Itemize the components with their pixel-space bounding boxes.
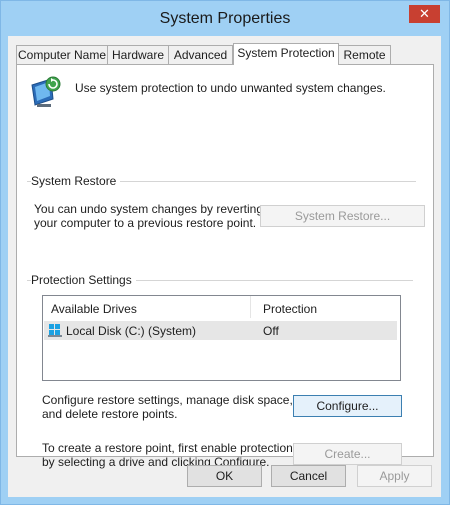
cancel-button[interactable]: Cancel bbox=[271, 465, 346, 487]
close-icon: ✕ bbox=[419, 6, 430, 21]
local-disk-icon bbox=[48, 323, 62, 337]
drives-list[interactable]: Available Drives Protection Local Disk (… bbox=[42, 295, 401, 381]
system-restore-heading: System Restore bbox=[31, 174, 121, 188]
create-description-line1: To create a restore point, first enable … bbox=[42, 441, 293, 455]
system-restore-description-line2: your computer to a previous restore poin… bbox=[34, 216, 257, 230]
intro-text: Use system protection to undo unwanted s… bbox=[75, 81, 386, 95]
tab-advanced[interactable]: Advanced bbox=[168, 45, 233, 64]
column-header-separator bbox=[250, 296, 251, 318]
system-properties-window: System Properties ✕ Computer Name Hardwa… bbox=[0, 0, 450, 505]
system-restore-button[interactable]: System Restore... bbox=[260, 205, 425, 227]
table-row[interactable]: Local Disk (C:) (System) Off bbox=[44, 321, 397, 340]
configure-button[interactable]: Configure... bbox=[293, 395, 402, 417]
system-protection-icon bbox=[29, 75, 63, 109]
close-button[interactable]: ✕ bbox=[409, 5, 440, 23]
ok-button[interactable]: OK bbox=[187, 465, 262, 487]
title-bar[interactable]: System Properties ✕ bbox=[1, 1, 449, 36]
tab-computer-name[interactable]: Computer Name bbox=[16, 45, 108, 64]
create-button[interactable]: Create... bbox=[293, 443, 402, 465]
protection-settings-heading: Protection Settings bbox=[31, 273, 136, 287]
column-header-available-drives[interactable]: Available Drives bbox=[51, 302, 137, 316]
apply-button[interactable]: Apply bbox=[357, 465, 432, 487]
tab-remote[interactable]: Remote bbox=[338, 45, 391, 64]
configure-description-line2: and delete restore points. bbox=[42, 407, 178, 421]
tab-system-protection[interactable]: System Protection bbox=[233, 43, 339, 65]
window-title: System Properties bbox=[159, 10, 291, 27]
column-header-protection[interactable]: Protection bbox=[263, 302, 317, 316]
drive-name: Local Disk (C:) (System) bbox=[66, 324, 197, 338]
drive-protection-status: Off bbox=[263, 324, 279, 338]
system-restore-description-line1: You can undo system changes by reverting bbox=[34, 202, 264, 216]
tab-hardware[interactable]: Hardware bbox=[107, 45, 169, 64]
dialog-client-area: Computer Name Hardware Advanced System P… bbox=[8, 36, 441, 497]
configure-description-line1: Configure restore settings, manage disk … bbox=[42, 393, 293, 407]
system-protection-panel: Use system protection to undo unwanted s… bbox=[16, 64, 434, 469]
